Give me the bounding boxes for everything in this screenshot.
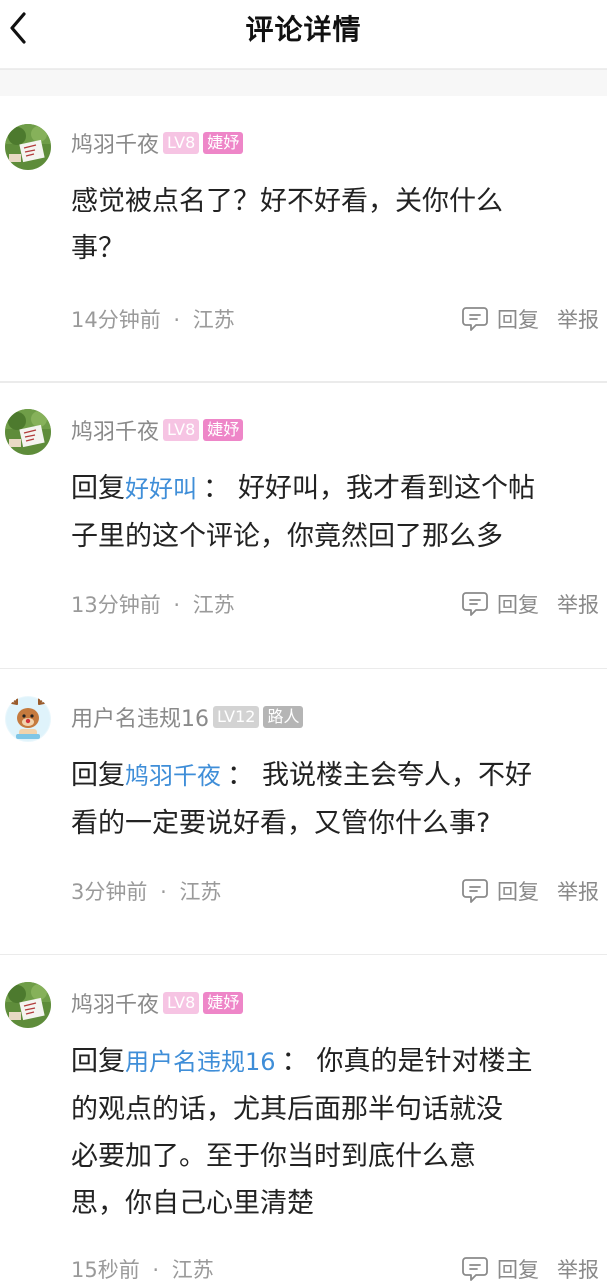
- reply-button[interactable]: 回复: [497, 589, 539, 619]
- meta-separator: ·: [160, 880, 167, 904]
- divider: [0, 668, 607, 669]
- mention-link[interactable]: 用户名违规16: [125, 1048, 276, 1076]
- reply-prefix: 回复: [71, 760, 125, 791]
- comment-location: 江苏: [192, 308, 235, 332]
- report-button[interactable]: 举报: [557, 304, 599, 334]
- comment-location: 江苏: [171, 1258, 214, 1282]
- mention-link[interactable]: 鸠羽千夜: [125, 762, 221, 790]
- avatar[interactable]: [5, 409, 51, 455]
- mention-link[interactable]: 好好叫: [125, 475, 197, 503]
- comment-text: 回复好好叫： 好好叫，我才看到这个帖 子里的这个评论，你竟然回了那么多: [71, 465, 571, 560]
- comment-item: 鸠羽千夜 LV8 婕妤 回复好好叫：好好叫，我才看到这个帖 子里的这个评论，你竟…: [0, 383, 607, 668]
- reply-prefix: 回复: [71, 473, 125, 504]
- page-title: 评论详情: [245, 13, 362, 46]
- comment-text: 感觉被点名了？好不好看，关你什么 事？: [71, 178, 571, 272]
- title-badge: 路人: [263, 706, 304, 728]
- comment-text-line: 事？: [71, 233, 125, 264]
- username[interactable]: 鸠羽千夜: [71, 127, 159, 159]
- avatar[interactable]: [5, 982, 51, 1028]
- colon: ：: [203, 473, 230, 504]
- meta-separator: ·: [173, 308, 181, 332]
- comment-text-segment: 我说楼主会夸人，不好: [262, 760, 532, 791]
- user-line: 鸠羽千夜 LV8 婕妤: [71, 414, 244, 446]
- comment-text-line: 感觉被点名了？好不好看，关你什么: [71, 186, 503, 217]
- colon: ：: [281, 1046, 309, 1077]
- user-line: 鸠羽千夜 LV8 婕妤: [71, 987, 244, 1019]
- user-line: 用户名违规16 LV12 路人: [71, 701, 304, 733]
- level-badge: LV12: [213, 706, 260, 728]
- comment-actions: 回复 举报: [461, 304, 599, 334]
- reply-button[interactable]: 回复: [497, 876, 539, 906]
- comment-text-line: 必要加了。至于你当时到底什么意: [71, 1141, 476, 1172]
- comment-location: 江苏: [192, 593, 235, 617]
- comment-time: 14分钟前: [71, 308, 161, 332]
- comment-item: 鸠羽千夜 LV8 婕妤 回复用户名违规16：你真的是针对楼主 的观点的话，尤其后…: [0, 956, 607, 1283]
- username[interactable]: 鸠羽千夜: [71, 414, 159, 446]
- comment-meta: 3分钟前 · 江苏: [71, 876, 221, 906]
- section-gap: [0, 69, 607, 97]
- avatar[interactable]: [5, 124, 51, 170]
- comment-meta: 14分钟前 · 江苏: [71, 304, 235, 334]
- comment-item: 用户名违规16 LV12 路人 回复鸠羽千夜：我说楼主会夸人，不好 看的一定要说…: [0, 670, 607, 954]
- comment-text-line: 回复鸠羽千夜： 我说楼主会夸人，不好: [71, 752, 571, 800]
- divider: [0, 954, 607, 955]
- level-badge: LV8: [163, 992, 200, 1014]
- colon: ：: [227, 760, 254, 791]
- comment-text-line: 回复用户名违规16：你真的是针对楼主: [71, 1038, 571, 1086]
- comment-text: 回复用户名违规16：你真的是针对楼主 的观点的话，尤其后面那半句话就没 必要加了…: [71, 1038, 571, 1227]
- comment-text: 回复鸠羽千夜： 我说楼主会夸人，不好 看的一定要说好看，又管你什么事?: [71, 752, 571, 847]
- comment-text-line: 子里的这个评论，你竟然回了那么多: [71, 521, 503, 552]
- comment-bubble-icon[interactable]: [461, 590, 489, 618]
- username[interactable]: 鸠羽千夜: [71, 987, 159, 1019]
- avatar[interactable]: [5, 696, 51, 742]
- comment-actions: 回复 举报: [461, 876, 599, 906]
- title-badge: 婕妤: [203, 419, 244, 441]
- comment-time: 13分钟前: [71, 593, 161, 617]
- comment-bubble-icon[interactable]: [461, 877, 489, 905]
- comment-bubble-icon[interactable]: [461, 1255, 489, 1283]
- comment-location: 江苏: [179, 880, 222, 904]
- comment-time: 15秒前: [71, 1258, 140, 1282]
- report-button[interactable]: 举报: [557, 589, 599, 619]
- top-bar: 评论详情: [0, 0, 607, 54]
- level-badge: LV8: [163, 419, 200, 441]
- comment-actions: 回复 举报: [461, 589, 599, 619]
- comment-text-line: 思，你自己心里清楚: [71, 1188, 314, 1219]
- report-button[interactable]: 举报: [557, 876, 599, 906]
- reply-button[interactable]: 回复: [497, 304, 539, 334]
- level-badge: LV8: [163, 132, 200, 154]
- comment-text-line: 看的一定要说好看，又管你什么事?: [71, 808, 491, 839]
- meta-separator: ·: [152, 1258, 160, 1282]
- comment-text-line: 回复好好叫： 好好叫，我才看到这个帖: [71, 465, 571, 513]
- user-line: 鸠羽千夜 LV8 婕妤: [71, 127, 244, 159]
- username[interactable]: 用户名违规16: [71, 701, 209, 733]
- comment-time: 3分钟前: [71, 880, 148, 904]
- comment-text-line: 的观点的话，尤其后面那半句话就没: [71, 1094, 503, 1125]
- comment-item: 鸠羽千夜 LV8 婕妤 感觉被点名了？好不好看，关你什么 事？ 14分钟前 · …: [0, 96, 607, 382]
- comment-bubble-icon[interactable]: [461, 305, 489, 333]
- title-badge: 婕妤: [203, 992, 244, 1014]
- comment-text-segment: 你真的是针对楼主: [316, 1046, 533, 1077]
- comment-meta: 13分钟前 · 江苏: [71, 589, 235, 619]
- comment-text-segment: 好好叫，我才看到这个帖: [238, 473, 535, 504]
- title-badge: 婕妤: [203, 132, 244, 154]
- reply-prefix: 回复: [71, 1046, 125, 1077]
- meta-separator: ·: [173, 593, 181, 617]
